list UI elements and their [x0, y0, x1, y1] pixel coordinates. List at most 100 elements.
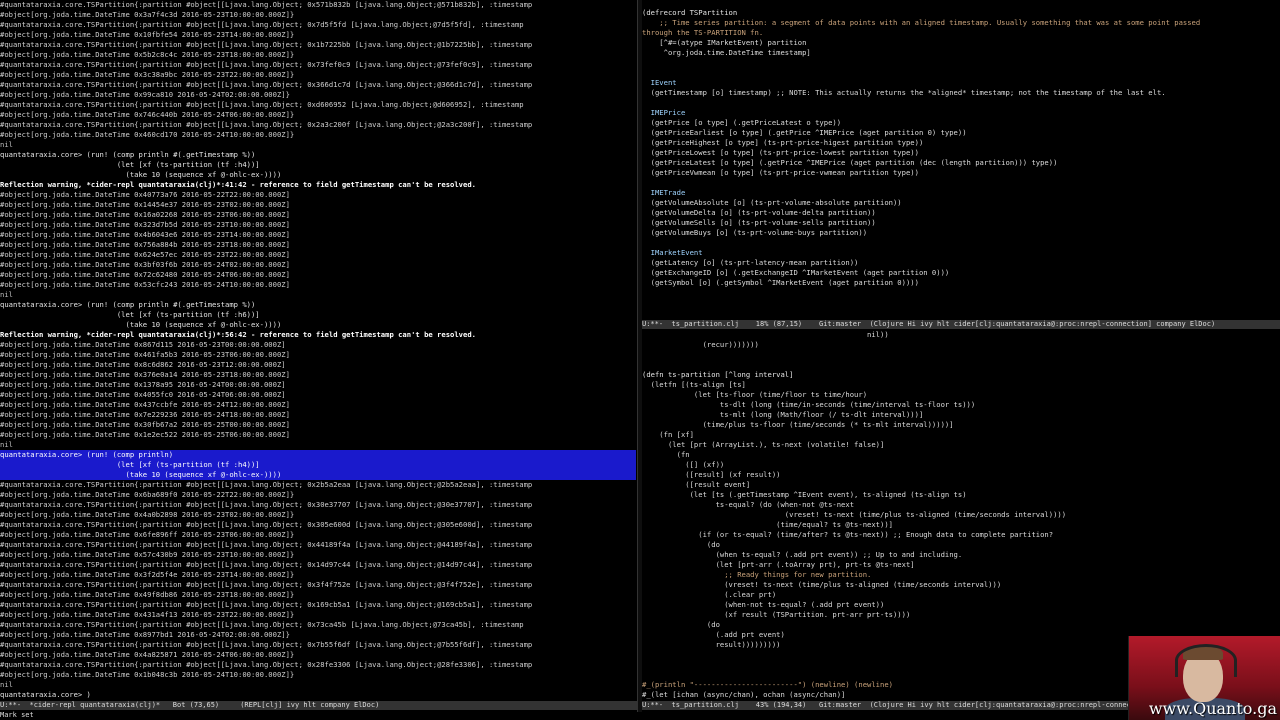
- repl-line: nil: [0, 440, 13, 449]
- repl-line: (let [xf (ts-partition (tf :h4))]: [0, 160, 260, 169]
- repl-line: #object[org.joda.time.DateTime 0x431a4f1…: [0, 610, 295, 619]
- repl-line: #quantataraxia.core.TSPartition{:partiti…: [0, 580, 533, 589]
- code-line: (when ts-equal? (.add prt event)) ;; Up …: [642, 550, 963, 559]
- repl-line: #object[org.joda.time.DateTime 0x14454e3…: [0, 200, 290, 209]
- code-line: (vreset! ts-next (time/plus ts-aligned (…: [642, 580, 1002, 589]
- minibuffer[interactable]: Mark set: [0, 711, 1280, 720]
- repl-line: Reflection warning, *cider-repl quantata…: [0, 330, 476, 339]
- repl-line: #object[org.joda.time.DateTime 0x624e57e…: [0, 250, 290, 259]
- repl-line: #object[org.joda.time.DateTime 0x72c6248…: [0, 270, 290, 279]
- code-line: ;; Time series partition: a segment of d…: [642, 18, 1201, 27]
- repl-line: #object[org.joda.time.DateTime 0x4055fc0…: [0, 390, 286, 399]
- repl-line: quantataraxia.core> (run! (comp println …: [0, 300, 256, 309]
- repl-line: #quantataraxia.core.TSPartition{:partiti…: [0, 0, 533, 9]
- repl-line: nil: [0, 290, 13, 299]
- repl-line: Reflection warning, *cider-repl quantata…: [0, 180, 476, 189]
- repl-line: (let [xf (ts-partition (tf :h6))]: [0, 310, 260, 319]
- code-line: (vreset! ts-next (time/plus ts-aligned (…: [642, 510, 1067, 519]
- repl-line: #object[org.joda.time.DateTime 0x376e0a1…: [0, 370, 290, 379]
- code-line: ^org.joda.time.DateTime timestamp]: [642, 48, 811, 57]
- repl-line: #quantataraxia.core.TSPartition{:partiti…: [0, 100, 524, 109]
- repl-line: #object[org.joda.time.DateTime 0x867d115…: [0, 340, 286, 349]
- repl-line: #quantataraxia.core.TSPartition{:partiti…: [0, 640, 533, 649]
- code-line: (getPriceHighest [o type] (ts-prt-price-…: [642, 138, 924, 147]
- code-line: ([] (xf)): [642, 460, 725, 469]
- repl-line: quantataraxia.core> (run! (comp println …: [0, 150, 256, 159]
- code-line: IMETrade: [642, 188, 686, 197]
- repl-line: #quantataraxia.core.TSPartition{:partiti…: [0, 20, 524, 29]
- source-buffer-top[interactable]: (defrecord TSPartition ;; Time series pa…: [642, 8, 1280, 318]
- repl-line: #object[org.joda.time.DateTime 0x6ba689f…: [0, 490, 295, 499]
- code-line: (getExchangeID [o] (.getExchangeID ^IMar…: [642, 268, 950, 277]
- repl-buffer[interactable]: #quantataraxia.core.TSPartition{:partiti…: [0, 0, 636, 700]
- code-line: (getVolumeSells [o] (ts-prt-volume-sells…: [642, 218, 876, 227]
- repl-line: #object[org.joda.time.DateTime 0x323d7b5…: [0, 220, 290, 229]
- code-line: IEvent: [642, 78, 677, 87]
- code-line: (getPriceLowest [o type] (ts-prt-price-l…: [642, 148, 919, 157]
- repl-line: #object[org.joda.time.DateTime 0x3a7f4c3…: [0, 10, 295, 19]
- repl-line: #object[org.joda.time.DateTime 0x460cd17…: [0, 130, 295, 139]
- repl-line: #object[org.joda.time.DateTime 0x4a82587…: [0, 650, 295, 659]
- repl-line: quantataraxia.core> (run! (comp println): [0, 450, 636, 460]
- code-line: (getPriceVwmean [o type] (ts-prt-price-v…: [642, 168, 919, 177]
- code-line: (fn: [642, 450, 690, 459]
- code-line: (defrecord TSPartition: [642, 8, 738, 17]
- code-line: ([result] (xf result)): [642, 470, 781, 479]
- watermark: www.Quanto.ga: [1148, 699, 1277, 718]
- code-line: ;; Ready things for new partition.: [642, 570, 872, 579]
- repl-line: quantataraxia.core> ): [0, 690, 91, 699]
- code-line: (do: [642, 620, 720, 629]
- repl-line: #quantataraxia.core.TSPartition{:partiti…: [0, 660, 533, 669]
- code-line: ts-equal? (do (when-not @ts-next: [642, 500, 855, 509]
- repl-line: #object[org.joda.time.DateTime 0x1378a95…: [0, 380, 286, 389]
- code-line: (getSymbol [o] (.getSymbol ^IMarketEvent…: [642, 278, 919, 287]
- repl-line: #quantataraxia.core.TSPartition{:partiti…: [0, 480, 533, 489]
- headset-icon: [1175, 644, 1237, 677]
- code-line: (.clear prt): [642, 590, 777, 599]
- repl-line: #object[org.joda.time.DateTime 0x16a0226…: [0, 210, 290, 219]
- code-line: IMarketEvent: [642, 248, 703, 257]
- repl-line: #quantataraxia.core.TSPartition{:partiti…: [0, 120, 533, 129]
- code-line: (getPriceLatest [o type] (.getPrice ^IME…: [642, 158, 1058, 167]
- code-line: (xf result (TSPartition. prt-arr prt-ts)…: [642, 610, 911, 619]
- code-line: (getPriceEarliest [o type] (.getPrice ^I…: [642, 128, 967, 137]
- repl-line: #object[org.joda.time.DateTime 0x57c430b…: [0, 550, 295, 559]
- repl-line: #quantataraxia.core.TSPartition{:partiti…: [0, 620, 524, 629]
- code-line: (defn ts-partition [^long interval]: [642, 370, 794, 379]
- code-line: (getVolumeAbsolute [o] (ts-prt-volume-ab…: [642, 198, 902, 207]
- repl-line: #quantataraxia.core.TSPartition{:partiti…: [0, 560, 533, 569]
- code-line: (getTimestamp [o] timestamp) ;; NOTE: Th…: [642, 88, 1166, 97]
- code-line: (time/equal? ts @ts-next))]: [642, 520, 893, 529]
- repl-line: #object[org.joda.time.DateTime 0x53cfc24…: [0, 280, 290, 289]
- repl-line: #object[org.joda.time.DateTime 0x10fbfe5…: [0, 30, 295, 39]
- repl-line: (take 10 (sequence xf @-ohlc-ex-)))): [0, 170, 282, 179]
- code-line: (recur))))))): [642, 340, 759, 349]
- repl-line: #object[org.joda.time.DateTime 0x8977bd1…: [0, 630, 290, 639]
- repl-line: #object[org.joda.time.DateTime 0x30fb67a…: [0, 420, 290, 429]
- code-line: (let [prt (ArrayList.), ts-next (volatil…: [642, 440, 885, 449]
- repl-line: #object[org.joda.time.DateTime 0x461fa5b…: [0, 350, 290, 359]
- repl-line: #object[org.joda.time.DateTime 0x7e22923…: [0, 410, 290, 419]
- repl-line: nil: [0, 680, 13, 689]
- repl-line: #object[org.joda.time.DateTime 0x756a884…: [0, 240, 290, 249]
- code-line: ts-mlt (long (Math/floor (/ ts-dlt inter…: [642, 410, 924, 419]
- repl-line: #object[org.joda.time.DateTime 0x3f2d5f4…: [0, 570, 295, 579]
- repl-modeline: U:**- *cider-repl quantataraxia(clj)* Bo…: [0, 701, 637, 710]
- code-line: (time/plus ts-floor (time/seconds (* ts-…: [642, 420, 954, 429]
- repl-line: (take 10 (sequence xf @-ohlc-ex-)))): [0, 470, 636, 480]
- repl-line: #object[org.joda.time.DateTime 0x5b2c8c4…: [0, 50, 295, 59]
- webcam-overlay: www.Quanto.ga: [1128, 636, 1280, 720]
- code-line: (letfn [(ts-align [ts]: [642, 380, 746, 389]
- repl-line: #object[org.joda.time.DateTime 0x4b6043e…: [0, 230, 290, 239]
- repl-line: #object[org.joda.time.DateTime 0x3bf03f6…: [0, 260, 290, 269]
- repl-line: #object[org.joda.time.DateTime 0x6fe896f…: [0, 530, 295, 539]
- source-modeline-top: U:**- ts_partition.clj 18% (87,15) Git:m…: [642, 320, 1280, 329]
- repl-line: (take 10 (sequence xf @-ohlc-ex-)))): [0, 320, 282, 329]
- code-line: (if (or ts-equal? (time/after? ts @ts-ne…: [642, 530, 1054, 539]
- repl-line: #object[org.joda.time.DateTime 0x1b048c3…: [0, 670, 295, 679]
